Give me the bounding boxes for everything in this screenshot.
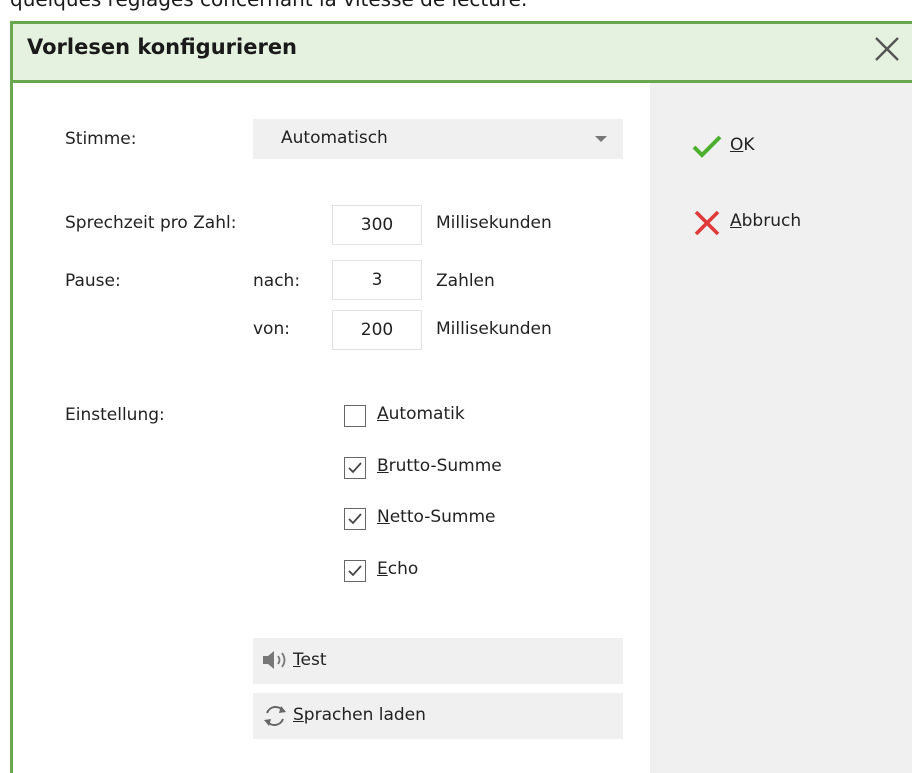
caption-above: quelques réglages concernant la vitesse …	[10, 0, 527, 11]
load-text: prachen laden	[303, 705, 426, 725]
close-icon[interactable]	[872, 34, 902, 64]
brutto-text: rutto-Summe	[388, 456, 502, 476]
refresh-icon	[264, 706, 286, 726]
netto-summe-label[interactable]: Netto-Summe	[377, 507, 496, 527]
dialog-content: Stimme: Automatisch Sprechzeit pro Zahl:…	[13, 83, 650, 773]
pause-duration-input[interactable]: 200	[332, 310, 422, 350]
checkmark-icon	[348, 513, 362, 525]
cancel-button[interactable]: Abbruch	[690, 209, 870, 237]
voice-select[interactable]: Automatisch	[253, 119, 623, 159]
load-mnemonic: S	[293, 705, 304, 725]
chevron-down-icon	[595, 136, 607, 142]
dialog-title: Vorlesen konfigurieren	[27, 35, 298, 59]
test-button[interactable]: Test	[253, 638, 623, 684]
echo-checkbox[interactable]	[344, 560, 366, 582]
setting-label: Einstellung:	[65, 405, 165, 425]
automatik-text: utomatik	[388, 404, 465, 424]
cancel-mnemonic: A	[730, 211, 742, 231]
brutto-mnemonic: B	[377, 456, 389, 476]
ok-text: K	[743, 135, 755, 155]
load-languages-label: Sprachen laden	[293, 705, 426, 725]
brutto-summe-label[interactable]: Brutto-Summe	[377, 456, 502, 476]
automatik-label[interactable]: Automatik	[377, 404, 465, 424]
action-panel: OK Abbruch	[650, 83, 912, 773]
netto-mnemonic: N	[377, 507, 390, 527]
test-button-label: Test	[293, 650, 326, 670]
speak-time-label: Sprechzeit pro Zahl:	[65, 213, 237, 233]
netto-text: etto-Summe	[389, 507, 496, 527]
echo-mnemonic: E	[377, 559, 388, 579]
check-icon	[692, 135, 722, 158]
speaker-icon	[263, 651, 286, 669]
test-text: est	[300, 650, 327, 670]
voice-select-value: Automatisch	[281, 128, 388, 148]
load-languages-button[interactable]: Sprachen laden	[253, 693, 623, 739]
automatik-checkbox[interactable]	[344, 405, 366, 427]
pause-duration-label: von:	[253, 319, 290, 339]
pause-label: Pause:	[65, 271, 121, 291]
cancel-text: bbruch	[741, 211, 802, 231]
ok-mnemonic: O	[730, 135, 744, 155]
pause-after-unit: Zahlen	[436, 271, 495, 291]
voice-label: Stimme:	[65, 129, 137, 149]
speak-time-input[interactable]: 300	[332, 205, 422, 245]
pause-after-input[interactable]: 3	[332, 260, 422, 300]
echo-text: cho	[387, 559, 419, 579]
ok-button[interactable]: OK	[690, 133, 810, 161]
configure-read-aloud-dialog: Vorlesen konfigurieren Stimme: Automatis…	[10, 21, 912, 773]
cancel-label: Abbruch	[730, 211, 801, 231]
pause-after-label: nach:	[253, 271, 301, 291]
pause-duration-unit: Millisekunden	[436, 319, 552, 339]
dialog-titlebar: Vorlesen konfigurieren	[13, 24, 912, 83]
automatik-mnemonic: A	[377, 404, 389, 424]
checkmark-icon	[348, 462, 362, 474]
ok-label: OK	[730, 135, 755, 155]
echo-label[interactable]: Echo	[377, 559, 418, 579]
netto-summe-checkbox[interactable]	[344, 508, 366, 530]
checkmark-icon	[348, 565, 362, 577]
test-mnemonic: T	[293, 650, 301, 670]
brutto-summe-checkbox[interactable]	[344, 457, 366, 479]
speak-time-unit: Millisekunden	[436, 213, 552, 233]
x-icon	[694, 210, 720, 236]
